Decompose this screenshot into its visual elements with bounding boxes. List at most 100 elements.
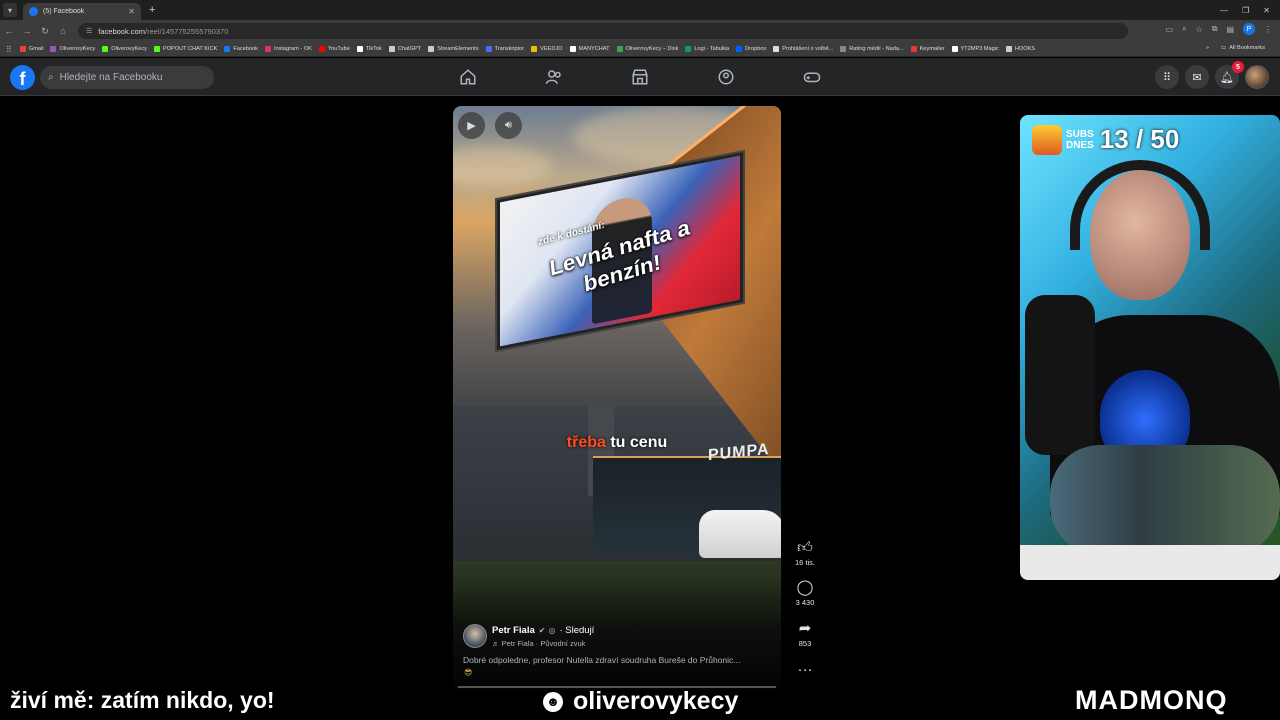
tab-title: (5) Facebook xyxy=(43,8,85,15)
comment-button[interactable]: ◯ 3 430 xyxy=(791,580,819,608)
profile-avatar[interactable]: P xyxy=(1243,23,1255,35)
bookmark-item[interactable]: YT2MP3 Magic xyxy=(951,46,999,52)
car xyxy=(699,510,781,558)
bookmark-item[interactable]: OliverovyKecy – Disk xyxy=(616,46,678,52)
tab-search-button[interactable]: ▾ xyxy=(3,3,17,17)
gaming-nav-icon[interactable] xyxy=(803,68,821,86)
bookmark-item[interactable]: YouTube xyxy=(318,46,350,52)
share-icon: ➦ xyxy=(798,620,812,637)
bookmark-favicon-icon xyxy=(773,46,780,52)
back-icon[interactable]: ← xyxy=(0,26,18,36)
volume-icon[interactable]: 🔊︎ xyxy=(495,112,522,139)
account-avatar[interactable] xyxy=(1245,65,1269,89)
follow-button[interactable]: · Sledují xyxy=(559,625,594,636)
bookmark-item[interactable]: VEEDJO xyxy=(531,46,563,52)
extensions-icon[interactable]: ⧉ xyxy=(1212,24,1218,34)
bookmark-label: OliverovyKecy xyxy=(59,46,96,52)
play-icon[interactable]: ▶ xyxy=(458,112,485,139)
maximize-icon[interactable]: ❐ xyxy=(1242,6,1249,15)
bookmark-item[interactable]: Transkriptor xyxy=(485,46,525,52)
bookmark-item[interactable]: MANYCHAT xyxy=(569,46,610,52)
bookmark-favicon-icon xyxy=(224,46,231,52)
bookmark-item[interactable]: Rating médií - Nada... xyxy=(840,46,904,52)
video-caption: třeba tu cenu xyxy=(453,434,781,452)
bookmark-item[interactable]: Instagram - OK xyxy=(264,46,312,52)
share-button[interactable]: ➦ 853 xyxy=(791,620,819,649)
subs-label-2: DNES xyxy=(1066,139,1094,151)
menu-kebab-icon[interactable]: ⋮ xyxy=(1264,25,1272,34)
notifications-bell-icon[interactable]: 🔔︎ 5 xyxy=(1215,61,1244,89)
new-tab-button[interactable]: + xyxy=(149,4,155,16)
bookmark-favicon-icon xyxy=(951,46,958,52)
bookmark-item[interactable]: OliverovyKecy xyxy=(50,46,95,52)
search-placeholder: Hledejte na Facebooku xyxy=(59,72,163,83)
all-bookmarks-folder[interactable]: ▭ All Bookmarks xyxy=(1221,45,1265,51)
bookmark-favicon-icon xyxy=(356,46,363,52)
comment-count: 3 430 xyxy=(795,598,815,607)
facebook-header: f ⌕ Hledejte na Facebooku ⠿ ✉ 🔔︎ 5 xyxy=(0,58,1280,96)
bookmark-label: YouTube xyxy=(327,46,350,52)
cast-icon[interactable]: ▭ xyxy=(1166,25,1174,34)
subs-goal: SUBS DNES 13 / 50 xyxy=(1032,124,1179,155)
streamer-arm xyxy=(1050,445,1280,555)
bookmark-label: Facebook xyxy=(233,46,258,52)
bookmark-item[interactable]: Logi - Tabulka xyxy=(685,46,729,52)
bookmark-item[interactable]: Keymailer xyxy=(910,46,945,52)
address-bar-row: ← → ↻ ⌂ ☰ facebook.com/reel/145775255579… xyxy=(0,20,1280,42)
bookmark-item[interactable]: HOOKS xyxy=(1005,46,1035,52)
friends-nav-icon[interactable] xyxy=(545,68,563,86)
facebook-search-input[interactable]: ⌕ Hledejte na Facebooku xyxy=(40,66,214,89)
like-button[interactable]: 👍︎ 16 tis. xyxy=(791,540,819,568)
like-count: 16 tis. xyxy=(794,558,815,567)
url-host: facebook.com xyxy=(98,26,145,36)
bookmark-item[interactable]: Gmail xyxy=(19,46,43,52)
url-input[interactable]: ☰ facebook.com/reel/1457752555790370 xyxy=(78,23,1128,39)
bookmark-favicon-icon xyxy=(531,46,538,52)
bookmark-label: Transkriptor xyxy=(494,46,525,52)
home-nav-icon[interactable] xyxy=(459,68,477,86)
bookmark-item[interactable]: TikTok xyxy=(356,46,382,52)
facebook-logo-icon[interactable]: f xyxy=(10,65,35,90)
zoom-icon[interactable]: ⌕ xyxy=(1182,24,1186,34)
bookmark-favicon-icon xyxy=(485,46,492,52)
microphone xyxy=(1025,295,1095,455)
bookmark-favicon-icon xyxy=(1005,46,1012,52)
webcam-overlay xyxy=(1020,115,1280,580)
apps-grid-icon[interactable]: ⠿ xyxy=(6,45,12,54)
bookmark-item[interactable]: Prohlášení o volbě... xyxy=(773,46,833,52)
menu-grid-icon[interactable]: ⠿ xyxy=(1155,65,1179,89)
bookmarks-more-icon[interactable]: » xyxy=(1206,45,1209,51)
share-count: 853 xyxy=(798,639,812,648)
more-options-button[interactable]: ··· xyxy=(791,662,819,678)
close-window-icon[interactable]: ✕ xyxy=(1263,6,1270,15)
bookmark-favicon-icon xyxy=(685,46,692,52)
reel-description[interactable]: Dobré odpoledne, profesor Nutella zdraví… xyxy=(463,655,773,665)
bookmark-favicon-icon xyxy=(736,46,743,52)
bookmark-item[interactable]: StreamElements xyxy=(428,46,479,52)
groups-nav-icon[interactable] xyxy=(717,68,735,86)
audio-label[interactable]: ♬ Petr Fiala · Původní zvuk xyxy=(492,639,594,648)
side-panel-icon[interactable]: ▤ xyxy=(1226,25,1234,34)
home-icon[interactable]: ⌂ xyxy=(54,26,72,36)
bookmark-item[interactable]: POPOUT CHAT KICK xyxy=(153,46,218,52)
bookmark-item[interactable]: ChatGPT xyxy=(388,46,421,52)
headset xyxy=(1070,160,1210,250)
forward-icon[interactable]: → xyxy=(18,26,36,36)
reload-icon[interactable]: ↻ xyxy=(36,26,54,37)
browser-tab[interactable]: (5) Facebook ✕ xyxy=(23,3,141,20)
bookmark-item[interactable]: Dropbox xyxy=(736,46,766,52)
author-avatar[interactable] xyxy=(463,624,487,648)
messenger-icon[interactable]: ✉ xyxy=(1185,65,1209,89)
author-name[interactable]: Petr Fiala xyxy=(492,625,535,636)
reel-video[interactable]: PUMPA zde k dostání: Levná nafta a benzí… xyxy=(453,106,781,690)
bookmark-label: Rating médií - Nada... xyxy=(849,46,904,52)
marketplace-nav-icon[interactable] xyxy=(631,68,649,86)
bookmark-item[interactable]: OliverovyKecy xyxy=(102,46,147,52)
bookmark-label: POPOUT CHAT KICK xyxy=(162,46,218,52)
close-tab-icon[interactable]: ✕ xyxy=(128,7,135,16)
bookmark-star-icon[interactable]: ☆ xyxy=(1196,25,1203,34)
site-info-icon[interactable]: ☰ xyxy=(86,27,92,35)
bookmark-label: MANYCHAT xyxy=(578,46,610,52)
bookmark-item[interactable]: Facebook xyxy=(224,46,258,52)
minimize-icon[interactable]: — xyxy=(1220,6,1228,15)
